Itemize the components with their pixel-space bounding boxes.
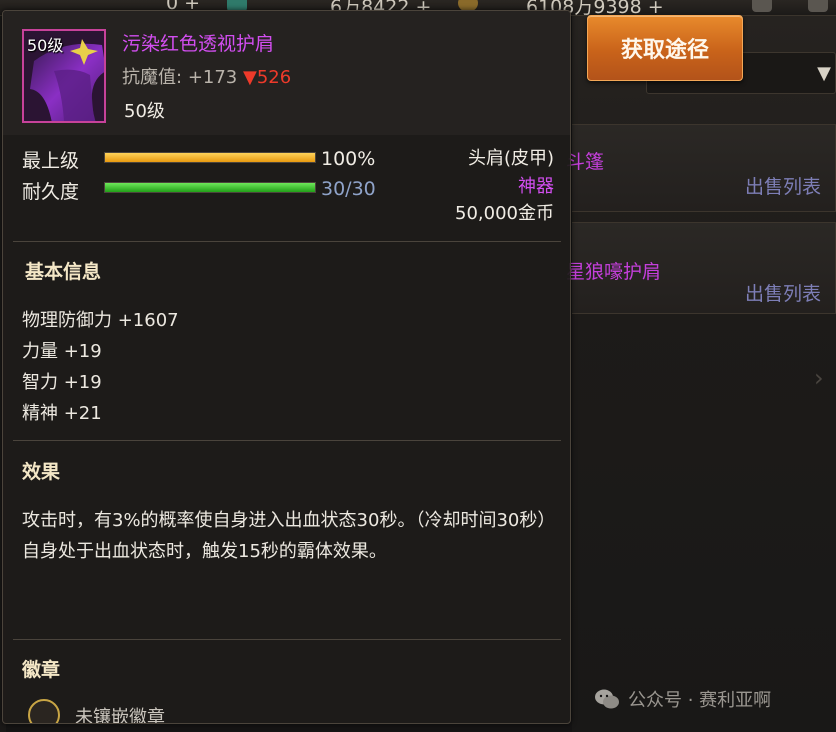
item-slot: 头肩(皮甲) bbox=[467, 148, 554, 169]
listing-name: 斗篷 bbox=[566, 151, 605, 173]
effect-title: 效果 bbox=[22, 461, 61, 483]
divider bbox=[13, 440, 561, 441]
resist-decrease-value: 526 bbox=[256, 67, 292, 88]
badge-status: 未镶嵌徽章 bbox=[75, 707, 165, 724]
durability-value: 30/30 bbox=[321, 178, 376, 200]
resist-value: +173 bbox=[187, 67, 238, 88]
grade-bar-fill bbox=[105, 153, 315, 162]
divider bbox=[13, 639, 561, 640]
effect-line: 攻击时，有3%的概率使自身进入出血状态30秒。（冷却时间30秒） bbox=[22, 510, 556, 531]
sell-list-link[interactable]: 出售列表 bbox=[745, 279, 821, 306]
grade-bar bbox=[104, 152, 316, 163]
get-source-button[interactable]: 获取途径 bbox=[587, 15, 743, 81]
stat-line: 精神 +21 bbox=[22, 403, 102, 424]
sell-list-link[interactable]: 出售列表 bbox=[745, 172, 821, 199]
effect-description: 攻击时，有3%的概率使自身进入出血状态30秒。（冷却时间30秒） 自身处于出血状… bbox=[22, 505, 557, 567]
magic-resist-line: 抗魔值: +173 ▼526 bbox=[122, 63, 291, 89]
item-tooltip: 50级 污染红色透视护肩 抗魔值: +173 ▼526 50级 最上级 100%… bbox=[2, 10, 571, 724]
badge-slot-icon bbox=[28, 699, 60, 723]
basic-info-title: 基本信息 bbox=[25, 261, 102, 283]
listing-name: 星狼嚎护肩 bbox=[566, 261, 662, 283]
stat-line: 力量 +19 bbox=[22, 341, 102, 362]
item-name: 污染红色透视护肩 bbox=[122, 33, 275, 55]
watermark-text: 公众号 · 赛利亚啊 bbox=[628, 690, 772, 711]
dropdown-arrow-icon: ▼ bbox=[817, 63, 831, 84]
durability-label: 耐久度 bbox=[22, 181, 80, 203]
durability-bar-fill bbox=[105, 183, 315, 192]
durability-bar bbox=[104, 182, 316, 193]
grade-label: 最上级 bbox=[22, 150, 80, 172]
divider bbox=[13, 241, 561, 242]
badge-title: 徽章 bbox=[22, 659, 61, 681]
wechat-icon bbox=[595, 689, 619, 709]
watermark: 公众号 · 赛利亚啊 bbox=[594, 684, 824, 714]
grade-value: 100% bbox=[321, 148, 376, 170]
resist-label: 抗魔值: bbox=[122, 67, 183, 88]
stat-line: 智力 +19 bbox=[22, 372, 102, 393]
item-rarity: 神器 bbox=[518, 176, 554, 197]
effect-line: 自身处于出血状态时，触发15秒的霸体效果。 bbox=[22, 541, 387, 562]
listing-row[interactable]: 星狼嚎护肩 出售列表 bbox=[566, 222, 836, 314]
chevron-right-icon[interactable]: › bbox=[814, 364, 824, 392]
required-level: 50级 bbox=[124, 101, 165, 122]
stat-line: 物理防御力 +1607 bbox=[22, 310, 179, 331]
listing-row[interactable]: 斗篷 出售列表 bbox=[566, 124, 836, 212]
chat-icon[interactable] bbox=[808, 0, 828, 12]
item-icon: 50级 bbox=[22, 29, 106, 123]
item-price: 50,000金币 bbox=[455, 203, 554, 224]
decrease-arrow-icon: ▼ bbox=[243, 67, 257, 88]
mail-icon[interactable] bbox=[752, 0, 772, 12]
icon-level-label: 50级 bbox=[27, 36, 64, 55]
